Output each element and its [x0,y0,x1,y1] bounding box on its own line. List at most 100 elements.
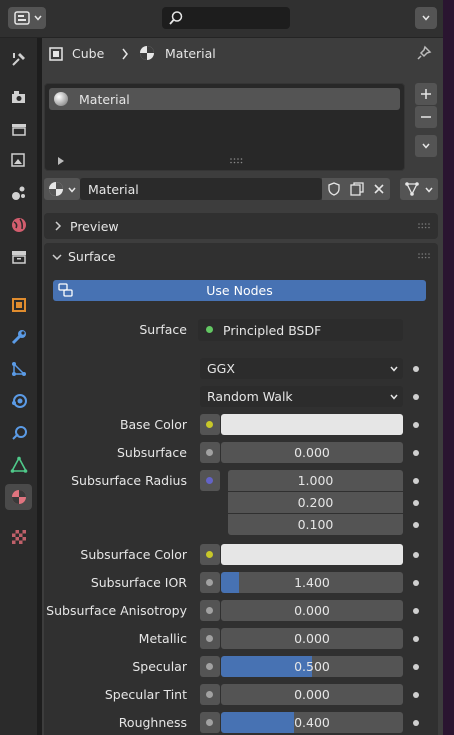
world-icon [11,218,26,232]
subsurface-radius-x[interactable]: 1.000 [228,470,403,491]
metallic-label: Metallic [138,631,187,646]
float-socket-icon [206,719,213,726]
keyframe-dot[interactable] [413,394,419,400]
socket-button[interactable] [200,470,220,491]
tab-view-layer[interactable] [5,148,32,174]
chevron-right-icon [55,221,62,231]
material-name-field[interactable]: Material [80,178,322,200]
keyframe-dot[interactable] [413,664,419,670]
keyframe-dot[interactable] [413,478,419,484]
metallic-slider[interactable]: 0.000 [221,628,403,649]
keyframe-dot[interactable] [413,366,419,372]
keyframe-dot[interactable] [413,720,419,726]
expand-triangle-icon[interactable] [57,157,65,165]
tab-object[interactable] [5,292,32,318]
subsurface-slider[interactable]: 0.000 [221,442,403,463]
tab-material[interactable] [5,484,32,510]
breadcrumb-material: Material [165,46,216,61]
keyframe-dot[interactable] [413,522,419,528]
tab-constraints[interactable] [5,420,32,446]
remove-slot-button[interactable] [415,106,437,128]
subsurface-anisotropy-label: Subsurface Anisotropy [46,603,187,618]
socket-button[interactable] [200,414,220,435]
tab-data[interactable] [5,452,32,478]
keyframe-dot[interactable] [413,500,419,506]
keyframe-dot[interactable] [413,450,419,456]
specular-tint-slider[interactable]: 0.000 [221,684,403,705]
link-type-dropdown[interactable] [400,178,438,200]
tool-icon [11,53,25,66]
search-input[interactable] [162,7,290,29]
unlink-material-button[interactable] [368,178,390,200]
distribution-dropdown[interactable]: GGX [200,358,403,379]
tab-modifiers[interactable] [5,324,32,350]
socket-button[interactable] [200,442,220,463]
subsurface-ior-label: Subsurface IOR [90,575,187,590]
keyframe-dot[interactable] [413,608,419,614]
base-color-swatch[interactable] [221,414,403,435]
duplicate-material-button[interactable] [345,178,368,200]
subsurface-anisotropy-slider[interactable]: 0.000 [221,600,403,621]
drag-handle-icon[interactable] [418,253,430,259]
chevron-down-icon[interactable] [52,253,62,261]
keyframe-dot[interactable] [413,552,419,558]
subsurface-color-swatch[interactable] [221,544,403,565]
options-dropdown-button[interactable] [415,7,437,29]
subsurface-radius-y[interactable]: 0.200 [228,492,403,513]
surface-shader-field[interactable]: Principled BSDF [198,319,403,341]
tab-collection[interactable] [5,244,32,270]
float-socket-icon [206,635,213,642]
use-nodes-button[interactable]: Use Nodes [53,280,426,301]
socket-button[interactable] [200,600,220,621]
pin-icon[interactable] [416,45,432,61]
tab-tool[interactable] [5,46,32,72]
float-socket-icon [206,449,213,456]
material-name-value: Material [88,182,139,197]
surface-shader-value: Principled BSDF [223,323,322,338]
preview-panel-header[interactable]: Preview [44,213,438,239]
socket-button[interactable] [200,544,220,565]
keyframe-dot[interactable] [413,580,419,586]
tab-render[interactable] [5,84,32,110]
search-icon [169,11,183,25]
physics-icon [11,394,27,408]
resize-grip-icon[interactable] [230,158,244,164]
wrench-icon [11,330,26,345]
socket-button[interactable] [200,684,220,705]
view-layer-icon [10,153,25,167]
base-color-label: Base Color [119,417,187,432]
socket-button[interactable] [200,572,220,593]
tab-texture[interactable] [5,524,32,550]
color-socket-icon [206,551,213,558]
socket-button[interactable] [200,656,220,677]
drag-handle-icon[interactable] [418,223,430,229]
surface-panel-title: Surface [68,249,116,264]
keyframe-dot[interactable] [413,422,419,428]
socket-button[interactable] [200,628,220,649]
fake-user-button[interactable] [322,178,345,200]
slot-specials-button[interactable] [415,135,437,157]
specular-slider[interactable]: 0.500 [221,656,403,677]
editor-type-button[interactable] [8,7,46,29]
tab-particles[interactable] [5,356,32,382]
subsurface-radius-z[interactable]: 0.100 [228,514,403,535]
properties-header [0,0,454,38]
specular-label: Specular [132,659,187,674]
add-slot-button[interactable] [415,83,437,105]
material-slot-list[interactable]: Material [44,83,405,171]
roughness-slider[interactable]: 0.400 [221,712,403,733]
tab-output[interactable] [5,116,32,142]
subsurface-ior-slider[interactable]: 1.400 [221,572,403,593]
socket-button[interactable] [200,712,220,733]
browse-material-button[interactable] [44,178,80,200]
keyframe-dot[interactable] [413,692,419,698]
output-icon [11,124,26,136]
properties-tabs [0,38,37,735]
subsurface-method-dropdown[interactable]: Random Walk [200,386,403,407]
tab-physics[interactable] [5,388,32,414]
tab-scene[interactable] [5,180,32,206]
tab-world[interactable] [5,212,32,238]
keyframe-dot[interactable] [413,636,419,642]
list-item[interactable]: Material [49,88,400,110]
constraint-icon [11,426,27,440]
